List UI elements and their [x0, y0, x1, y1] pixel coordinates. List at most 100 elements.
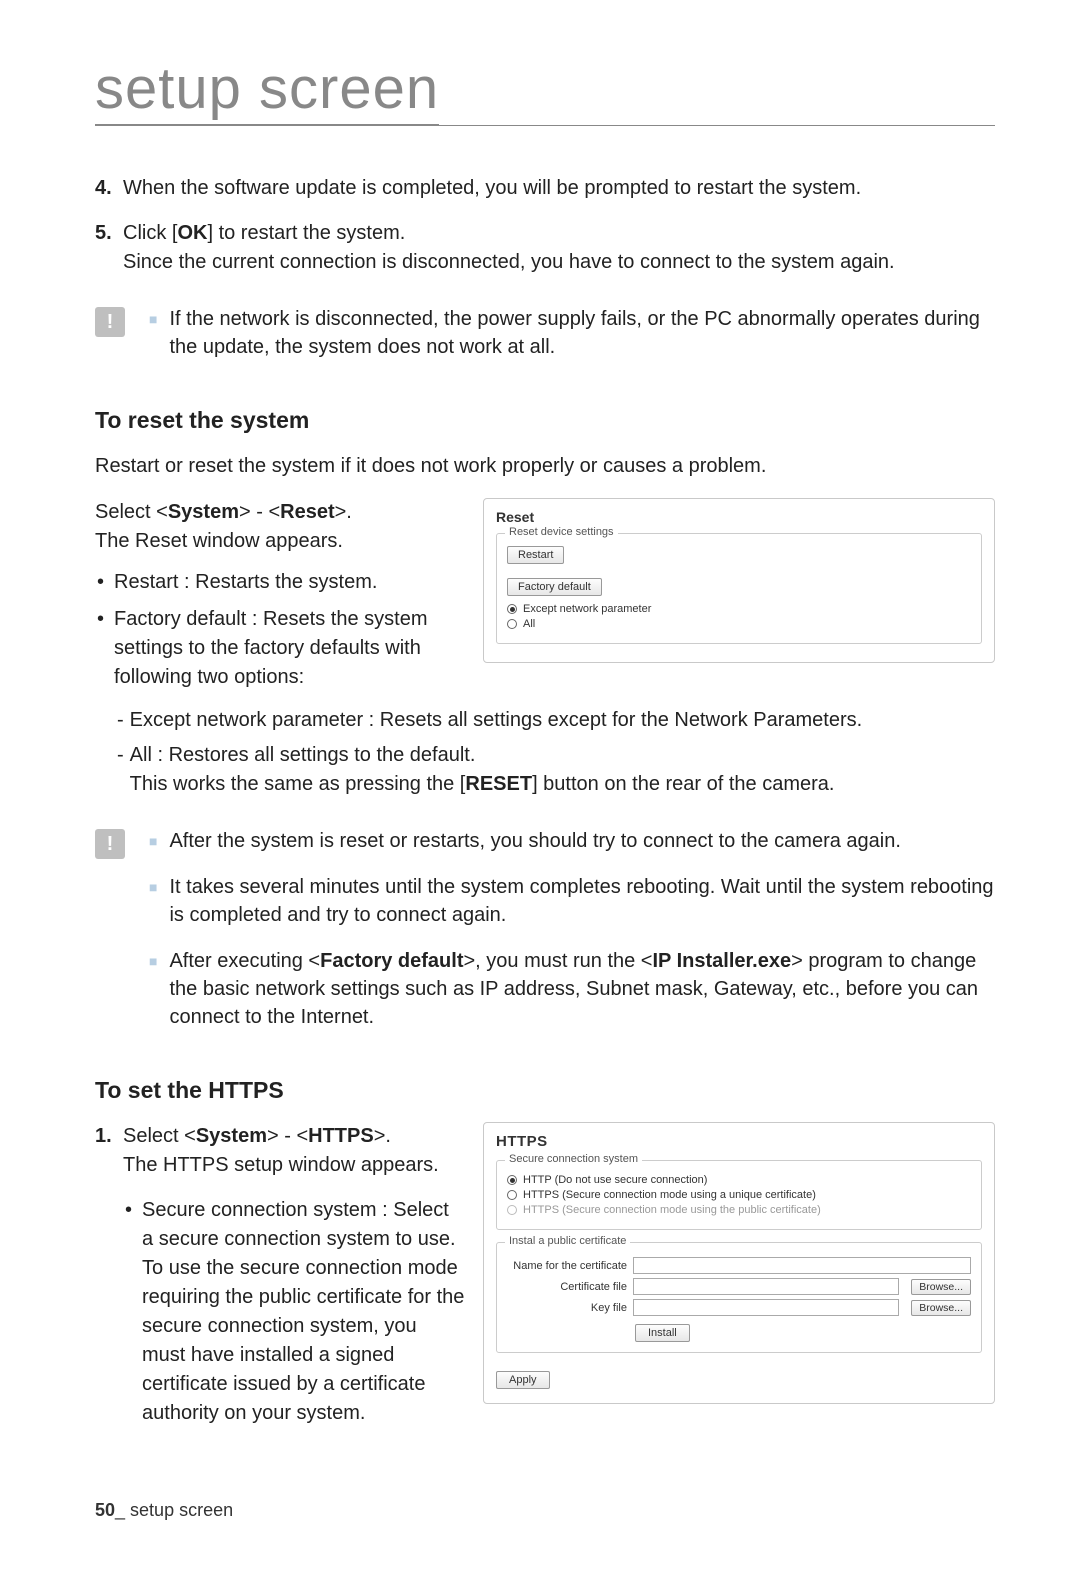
radio-dot-icon — [507, 619, 517, 629]
sel1-post: >. — [335, 501, 352, 523]
c2c-pre: After executing < — [169, 950, 320, 972]
key-file-label: Key file — [507, 1302, 627, 1314]
caution-block-1: ! ■ If the network is disconnected, the … — [95, 305, 995, 379]
step5-pre: Click [ — [123, 222, 177, 244]
step5-line2: Since the current connection is disconne… — [123, 251, 895, 273]
radio-http[interactable]: HTTP (Do not use secure connection) — [507, 1174, 971, 1186]
step5-ok: OK — [177, 222, 207, 244]
bullet-icon: ■ — [149, 952, 157, 1031]
dash-except: Except network parameter : Resets all se… — [117, 706, 995, 735]
radio-all-label: All — [523, 618, 535, 630]
sel1-reset: Reset — [280, 501, 334, 523]
radio-https-public[interactable]: HTTPS (Secure connection mode using the … — [507, 1204, 971, 1216]
radio-https-public-label: HTTPS (Secure connection mode using the … — [523, 1204, 821, 1216]
sel1-pre: Select < — [95, 501, 168, 523]
cert-name-row: Name for the certificate — [507, 1257, 971, 1274]
dash-except-text: Except network parameter : Resets all se… — [130, 706, 995, 735]
https-bullet: Secure connection system : Select a secu… — [123, 1196, 465, 1428]
caution1: ■ If the network is disconnected, the po… — [149, 305, 995, 361]
install-cert-group: Instal a public certificate Name for the… — [496, 1242, 982, 1353]
step-4-num: 4. — [95, 174, 123, 203]
bullet-icon: ■ — [149, 878, 157, 929]
caution2a-text: After the system is reset or restarts, y… — [169, 827, 995, 855]
dash-all-l2-post: ] button on the rear of the camera. — [532, 773, 834, 795]
select-reset-line: Select <System> - <Reset>. — [95, 498, 465, 527]
bullet-factory-text: Factory default : Resets the system sett… — [114, 605, 465, 692]
caution2c-text: After executing <Factory default>, you m… — [169, 947, 995, 1031]
c2c-fd: Factory default — [320, 950, 463, 972]
secure-conn-group: Secure connection system HTTP (Do not us… — [496, 1160, 982, 1230]
caution2b-text: It takes several minutes until the syste… — [169, 873, 995, 929]
c2c-mid: >, you must run the < — [463, 950, 652, 972]
bullet-restart-text: Restart : Restarts the system. — [114, 568, 465, 597]
bullet-icon: ■ — [149, 310, 157, 361]
key-file-input[interactable] — [633, 1299, 899, 1316]
https-bullet-text: Secure connection system : Select a secu… — [142, 1196, 465, 1428]
cert-file-row: Certificate file Browse... — [507, 1278, 971, 1295]
caution-block-2: ! ■After the system is reset or restarts… — [95, 827, 995, 1049]
caution2a: ■After the system is reset or restarts, … — [149, 827, 995, 855]
restart-button[interactable]: Restart — [507, 546, 564, 564]
page-footer: 50_ setup screen — [95, 1500, 233, 1521]
h1-https: HTTPS — [308, 1125, 374, 1147]
title-rule — [95, 125, 995, 126]
secure-conn-legend: Secure connection system — [505, 1153, 642, 1165]
cert-name-input[interactable] — [633, 1257, 971, 1274]
page-title: setup screen — [95, 55, 439, 125]
step5-post: ] to restart the system. — [207, 222, 405, 244]
radio-dot-selected-icon — [507, 604, 517, 614]
caution1-text: If the network is disconnected, the powe… — [169, 305, 995, 361]
radio-dot-icon — [507, 1205, 517, 1215]
h1-pre: Select < — [123, 1125, 196, 1147]
https-panel: HTTPS Secure connection system HTTP (Do … — [483, 1122, 995, 1404]
h1-line2: The HTTPS setup window appears. — [123, 1154, 439, 1176]
cert-file-input[interactable] — [633, 1278, 899, 1295]
bullet-factory: Factory default : Resets the system sett… — [95, 605, 465, 692]
cert-name-label: Name for the certificate — [507, 1260, 627, 1272]
key-file-browse-button[interactable]: Browse... — [911, 1300, 971, 1316]
dash-all-l1: All : Restores all settings to the defau… — [130, 744, 476, 766]
dash-all-body: All : Restores all settings to the defau… — [130, 741, 995, 799]
dash-all: All : Restores all settings to the defau… — [117, 741, 995, 799]
sel1-mid: > - < — [239, 501, 280, 523]
reset-panel: Reset Reset device settings Restart Fact… — [483, 498, 995, 663]
h1-system: System — [196, 1125, 267, 1147]
sel1-system: System — [168, 501, 239, 523]
caution2c: ■ After executing <Factory default>, you… — [149, 947, 995, 1031]
step-5-text: Click [OK] to restart the system. Since … — [123, 219, 995, 277]
radio-https-unique[interactable]: HTTPS (Secure connection mode using a un… — [507, 1189, 971, 1201]
radio-all[interactable]: All — [507, 618, 971, 630]
https-heading: To set the HTTPS — [95, 1077, 995, 1104]
radio-https-unique-label: HTTPS (Secure connection mode using a un… — [523, 1189, 816, 1201]
step-4: 4. When the software update is completed… — [95, 174, 995, 203]
footer-label: setup screen — [130, 1500, 233, 1520]
step-4-text: When the software update is completed, y… — [123, 174, 995, 203]
step-5: 5. Click [OK] to restart the system. Sin… — [95, 219, 995, 277]
footer-sep: _ — [115, 1500, 130, 1520]
reset-intro: Restart or reset the system if it does n… — [95, 452, 995, 480]
radio-dot-icon — [507, 1190, 517, 1200]
factory-default-button[interactable]: Factory default — [507, 578, 602, 596]
step-5-num: 5. — [95, 219, 123, 277]
radio-except-network[interactable]: Except network parameter — [507, 603, 971, 615]
caution-icon: ! — [95, 307, 125, 337]
reset-heading: To reset the system — [95, 407, 995, 434]
caution-icon: ! — [95, 829, 125, 859]
radio-except-label: Except network parameter — [523, 603, 651, 615]
caution2b: ■It takes several minutes until the syst… — [149, 873, 995, 929]
bullet-restart: Restart : Restarts the system. — [95, 568, 465, 597]
radio-dot-selected-icon — [507, 1175, 517, 1185]
c2c-ip: IP Installer.exe — [652, 950, 791, 972]
apply-button[interactable]: Apply — [496, 1371, 550, 1389]
reset-device-group: Reset device settings Restart Factory de… — [496, 533, 982, 644]
https-step-1-text: Select <System> - <HTTPS>. The HTTPS set… — [123, 1122, 465, 1180]
radio-http-label: HTTP (Do not use secure connection) — [523, 1174, 707, 1186]
cert-file-browse-button[interactable]: Browse... — [911, 1279, 971, 1295]
https-panel-title: HTTPS — [496, 1133, 982, 1150]
h1-mid: > - < — [267, 1125, 308, 1147]
https-step-1-num: 1. — [95, 1122, 123, 1180]
dash-all-l2-pre: This works the same as pressing the [ — [130, 773, 466, 795]
https-step-1: 1. Select <System> - <HTTPS>. The HTTPS … — [95, 1122, 465, 1180]
install-button[interactable]: Install — [635, 1324, 690, 1342]
install-cert-legend: Instal a public certificate — [505, 1235, 630, 1247]
